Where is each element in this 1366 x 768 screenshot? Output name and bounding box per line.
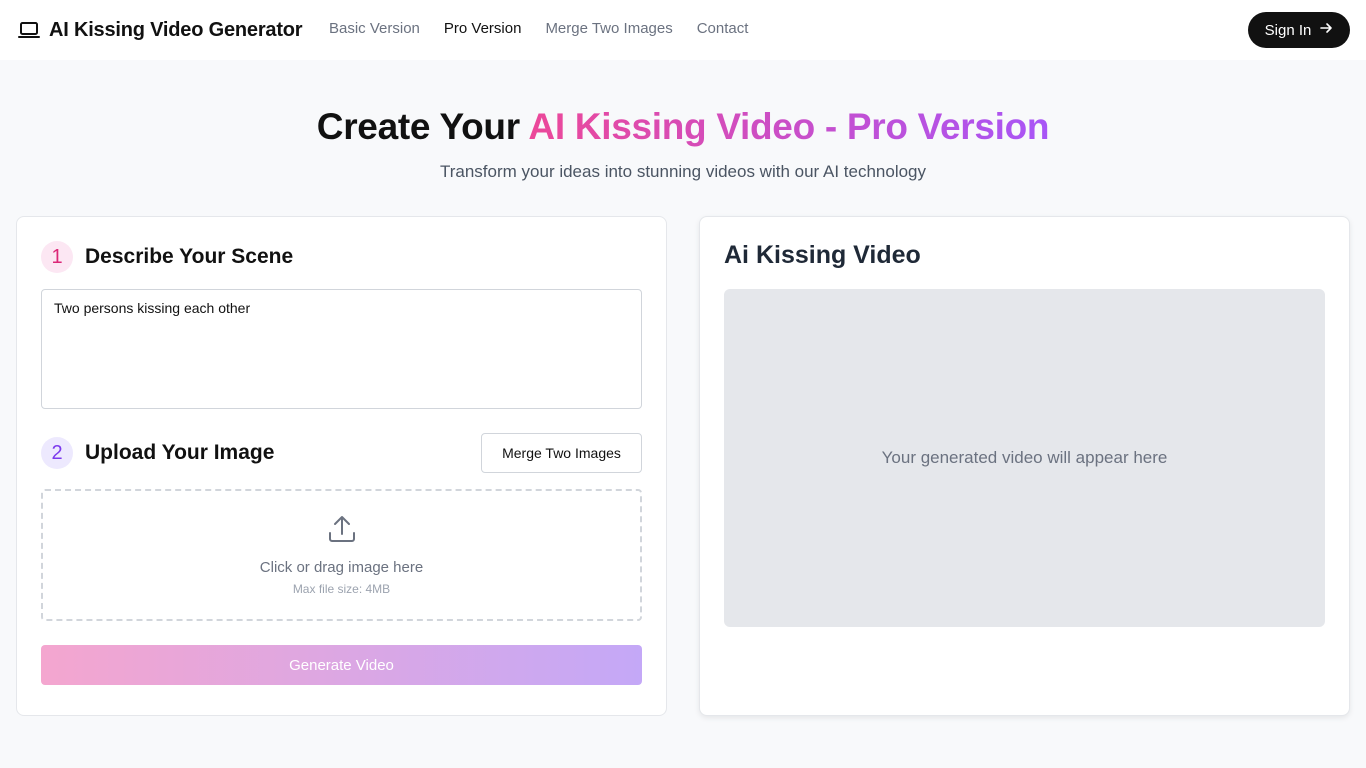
nav-merge-two-images[interactable]: Merge Two Images [545, 20, 672, 37]
main-nav: Basic Version Pro Version Merge Two Imag… [329, 20, 748, 37]
step-describe-scene: 1 Describe Your Scene [41, 241, 293, 273]
generate-video-button[interactable]: Generate Video [41, 645, 642, 685]
page-title: Create Your AI Kissing Video - Pro Versi… [0, 106, 1366, 148]
dropzone-hint: Max file size: 4MB [292, 582, 391, 596]
arrow-right-icon [1319, 21, 1333, 39]
page-subtitle: Transform your ideas into stunning video… [439, 162, 927, 181]
nav-contact[interactable]: Contact [697, 20, 749, 37]
laptop-icon [18, 20, 40, 40]
nav-pro-version[interactable]: Pro Version [444, 20, 522, 37]
brand[interactable]: AI Kissing Video Generator [18, 18, 303, 42]
video-placeholder-text: Your generated video will appear here [881, 448, 1168, 467]
step-upload-image: 2 Upload Your Image [41, 437, 274, 469]
merge-two-images-button[interactable]: Merge Two Images [481, 433, 642, 473]
step-number-badge: 1 [41, 241, 73, 273]
video-preview-area: Your generated video will appear here [724, 289, 1325, 627]
sign-in-label: Sign In [1264, 21, 1312, 39]
step-title: Describe Your Scene [85, 245, 294, 268]
title-highlight: AI Kissing Video - Pro Version [528, 106, 1050, 147]
preview-title: Ai Kissing Video [724, 241, 921, 269]
top-nav-bar: AI Kissing Video Generator Basic Version… [0, 0, 1366, 60]
image-dropzone[interactable]: Click or drag image here Max file size: … [41, 489, 642, 621]
generator-form-card: 1 Describe Your Scene 2 Upload Your Imag… [16, 216, 667, 716]
sign-in-button[interactable]: Sign In [1248, 12, 1350, 48]
brand-name: AI Kissing Video Generator [49, 18, 303, 41]
dropzone-text: Click or drag image here [259, 559, 424, 576]
video-preview-card: Ai Kissing Video Your generated video wi… [699, 216, 1350, 716]
step-title: Upload Your Image [85, 441, 275, 464]
title-plain: Create Your [316, 106, 529, 147]
upload-icon [327, 514, 357, 549]
nav-basic-version[interactable]: Basic Version [329, 20, 420, 37]
step-number-badge: 2 [41, 437, 73, 469]
scene-prompt-input[interactable] [41, 289, 642, 409]
